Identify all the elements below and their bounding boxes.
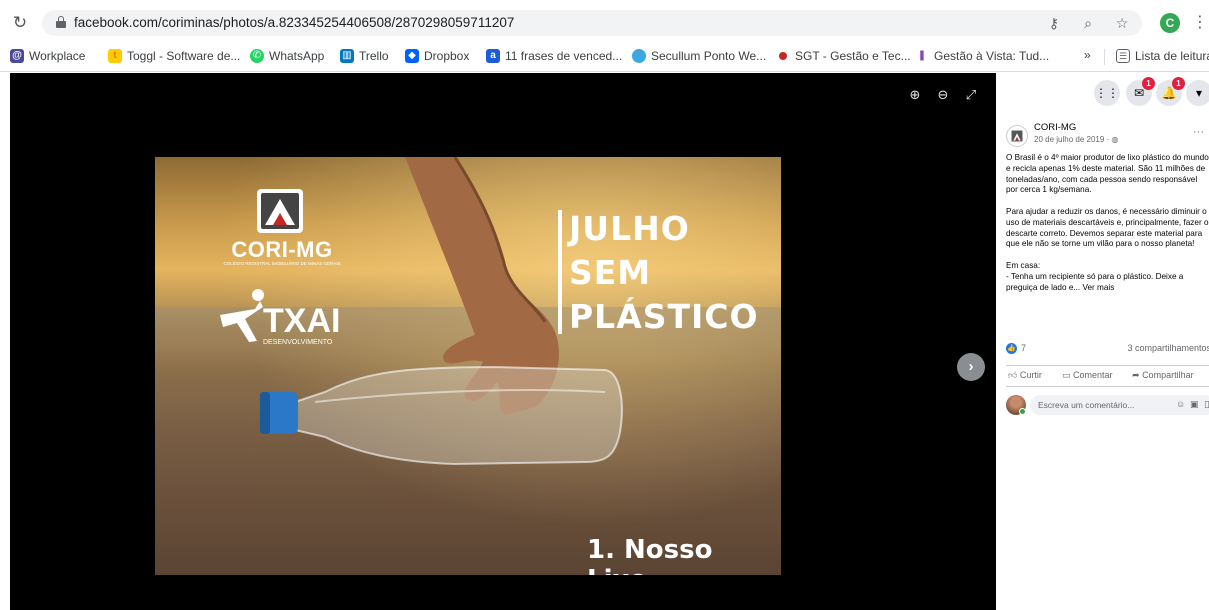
post-text: O Brasil é o 4º maior produtor de lixo p… xyxy=(1006,153,1209,304)
notifications-badge: 1 xyxy=(1172,77,1185,90)
thumbs-up-icon: 👍︎ xyxy=(1008,370,1018,380)
cori-logo-text: CORI-MG xyxy=(231,237,333,262)
top-caption-strip xyxy=(0,0,1209,8)
bookmark-reading-list[interactable]: ☰ Lista de leitura xyxy=(1116,48,1209,64)
post-paragraph: O Brasil é o 4º maior produtor de lixo p… xyxy=(1006,153,1209,195)
toggl-icon: t xyxy=(108,49,122,63)
notifications-icon[interactable]: 🔔 1 xyxy=(1156,77,1185,106)
gif-icon[interactable]: ▣ xyxy=(1190,399,1199,410)
profile-avatar[interactable]: C xyxy=(1160,13,1180,33)
bookmarks-divider xyxy=(1104,49,1105,65)
bookmarks-overflow-button[interactable]: » xyxy=(1084,48,1091,62)
reading-list-icon: ☰ xyxy=(1116,49,1130,63)
cori-emblem-icon xyxy=(257,189,303,233)
menu-grid-icon[interactable]: ⋮⋮ xyxy=(1094,80,1120,106)
post-date[interactable]: 20 de julho de 2019 · ◍ xyxy=(1034,135,1118,144)
title-line-1: JULHO xyxy=(569,209,690,248)
star-icon[interactable]: ☆ xyxy=(1114,14,1130,32)
lock-icon[interactable] xyxy=(56,16,66,28)
photo-viewer: ⊕ ⊖ ⤢ CORI-MG COLÉGIO REGISTRAL IMOBILIÁ… xyxy=(10,73,996,610)
post-paragraph: Em casa: - Tenha um recipiente só para o… xyxy=(1006,260,1184,292)
dropbox-icon: ◆ xyxy=(405,49,419,63)
post-actions: 👍︎ Curtir ▭ Comentar ➦ Compartilhar xyxy=(1006,365,1209,387)
sticker-icon[interactable]: ◫ xyxy=(1204,399,1209,410)
trello-icon: ▥ xyxy=(340,49,354,63)
page-avatar[interactable] xyxy=(1006,125,1028,147)
comment-icon: ▭ xyxy=(1062,370,1071,380)
zoom-out-icon[interactable]: ⊖ xyxy=(936,87,950,103)
reactions-row: 👍 7 3 compartilhamentos xyxy=(1006,342,1209,356)
comment-placeholder: Escreva um comentário... xyxy=(1038,400,1135,410)
post-side-panel: ⋮⋮ ✉ 1 🔔 1 ▾ CORI-MG 20 de julho de 2019 ·… xyxy=(996,73,1209,610)
bookmark-secullum[interactable]: Secullum Ponto We... xyxy=(632,48,766,64)
reaction-count[interactable]: 7 xyxy=(1021,343,1026,353)
gestao-icon: ❚ xyxy=(915,49,929,63)
messenger-badge: 1 xyxy=(1142,77,1155,90)
txai-logo-subtitle: DESENVOLVIMENTO xyxy=(263,339,333,346)
share-button[interactable]: ➦ Compartilhar xyxy=(1132,370,1194,381)
shares-count[interactable]: 3 compartilhamentos xyxy=(1127,343,1209,353)
browser-menu-icon[interactable]: ⋮ xyxy=(1192,13,1208,33)
globe-icon: ◍ xyxy=(1111,135,1119,144)
omnibox[interactable]: facebook.com/coriminas/photos/a.82334525… xyxy=(42,10,1142,36)
bookmark-sgt[interactable]: SGT - Gestão e Tec... xyxy=(776,48,911,64)
photo-caption: 1. Nosso Lixo xyxy=(587,535,713,575)
address-bar-row: ↻ facebook.com/coriminas/photos/a.823345… xyxy=(0,8,1209,38)
comment-composer: Escreva um comentário... ☺ ▣ ◫ xyxy=(1006,393,1209,417)
bookmark-toggl[interactable]: t Toggl - Software de... xyxy=(108,48,240,64)
post-options-icon[interactable]: ··· xyxy=(1193,126,1204,138)
reload-icon[interactable]: ↻ xyxy=(10,13,30,33)
post-photo[interactable]: CORI-MG COLÉGIO REGISTRAL IMOBILIÁRIO DE… xyxy=(155,157,781,575)
sgt-icon xyxy=(779,52,787,60)
messenger-icon[interactable]: ✉ 1 xyxy=(1126,77,1155,106)
bottle-illustration xyxy=(260,365,623,466)
fb-top-nav: ⋮⋮ ✉ 1 🔔 1 ▾ xyxy=(996,73,1209,113)
comment-input[interactable]: Escreva um comentário... ☺ ▣ ◫ xyxy=(1030,395,1209,415)
online-status-dot xyxy=(1019,408,1026,415)
workplace-icon: @ xyxy=(10,49,24,63)
like-button[interactable]: 👍︎ Curtir xyxy=(1008,370,1042,381)
frases-icon: a xyxy=(486,49,500,63)
bookmark-workplace[interactable]: @ Workplace xyxy=(10,48,85,64)
bookmarks-bar: @ Workplace t Toggl - Software de... ✆ W… xyxy=(0,40,1209,72)
title-line-3: PLÁSTICO xyxy=(569,297,759,336)
like-reaction-icon[interactable]: 👍 xyxy=(1006,343,1017,354)
bookmark-trello[interactable]: ▥ Trello xyxy=(340,48,389,64)
title-line-2: SEM xyxy=(569,253,652,292)
share-icon: ➦ xyxy=(1132,370,1140,380)
whatsapp-icon: ✆ xyxy=(250,49,264,63)
emoji-icon[interactable]: ☺ xyxy=(1176,399,1185,409)
page-name-link[interactable]: CORI-MG xyxy=(1034,122,1076,133)
zoom-in-icon[interactable]: ⊕ xyxy=(908,87,922,103)
account-dropdown-icon[interactable]: ▾ xyxy=(1186,80,1209,106)
post-paragraph: Para ajudar a reduzir os danos, é necess… xyxy=(1006,206,1209,249)
txai-logo-text: TXAI xyxy=(263,302,341,340)
zoom-icon[interactable]: ⌕ xyxy=(1080,14,1096,32)
cori-logo-subtitle: COLÉGIO REGISTRAL IMOBILIÁRIO DE MINAS G… xyxy=(223,261,341,266)
comment-button[interactable]: ▭ Comentar xyxy=(1062,370,1113,381)
bookmark-gestao[interactable]: ❚ Gestão à Vista: Tud... xyxy=(915,48,1049,64)
next-photo-button[interactable]: › xyxy=(957,353,985,381)
key-icon[interactable]: ⚷ xyxy=(1046,14,1062,32)
post-header: CORI-MG 20 de julho de 2019 · ◍ ··· xyxy=(1006,122,1206,152)
url-text[interactable]: facebook.com/coriminas/photos/a.82334525… xyxy=(74,15,514,30)
bookmark-dropbox[interactable]: ◆ Dropbox xyxy=(405,48,469,64)
bookmark-frases[interactable]: a 11 frases de venced... xyxy=(486,48,622,64)
title-divider xyxy=(558,210,562,334)
bookmark-whatsapp[interactable]: ✆ WhatsApp xyxy=(250,48,324,64)
fullscreen-icon[interactable]: ⤢ xyxy=(964,87,978,103)
secullum-icon xyxy=(632,49,646,63)
